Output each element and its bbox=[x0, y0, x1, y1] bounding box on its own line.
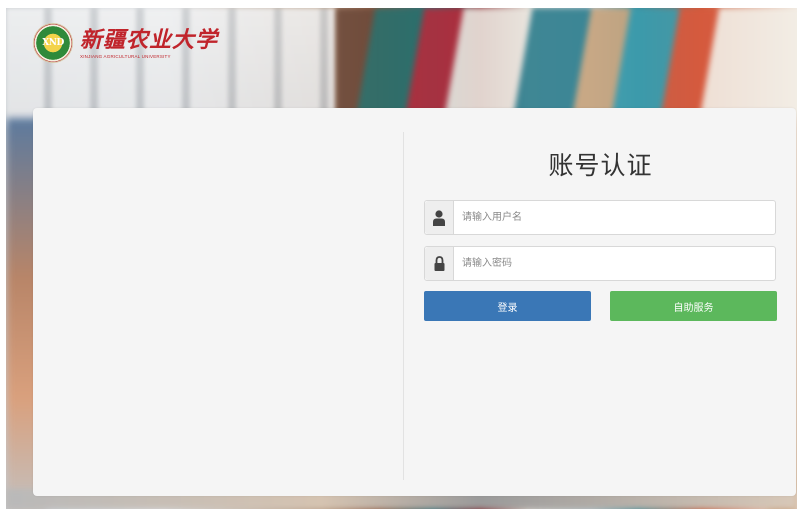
login-page: XND 新疆农业大学 XINJIANG AGRICULTURAL UNIVERS… bbox=[0, 0, 797, 509]
self-service-button[interactable]: 自助服务 bbox=[610, 291, 777, 321]
logo-english-name: XINJIANG AGRICULTURAL UNIVERSITY bbox=[80, 54, 171, 59]
emblem-icon: XND bbox=[34, 24, 72, 62]
page-title: 账号认证 bbox=[548, 151, 653, 180]
login-panel: 账号认证 登录 bbox=[33, 108, 796, 496]
login-form: 账号认证 登录 bbox=[424, 108, 777, 496]
password-input[interactable] bbox=[454, 247, 775, 280]
logo-chinese-name: 新疆农业大学 bbox=[80, 27, 219, 53]
emblem-text: XND bbox=[42, 38, 64, 48]
login-button[interactable]: 登录 bbox=[424, 291, 591, 321]
logo-words: 新疆农业大学 XINJIANG AGRICULTURAL UNIVERSITY bbox=[80, 27, 218, 59]
user-icon bbox=[425, 201, 454, 234]
lock-icon bbox=[425, 247, 454, 280]
panel-left-area bbox=[33, 108, 403, 496]
password-field bbox=[424, 246, 776, 281]
panel-divider bbox=[403, 132, 404, 480]
university-logo: XND 新疆农业大学 XINJIANG AGRICULTURAL UNIVERS… bbox=[34, 24, 218, 62]
username-field bbox=[424, 200, 776, 235]
username-input[interactable] bbox=[454, 201, 775, 234]
